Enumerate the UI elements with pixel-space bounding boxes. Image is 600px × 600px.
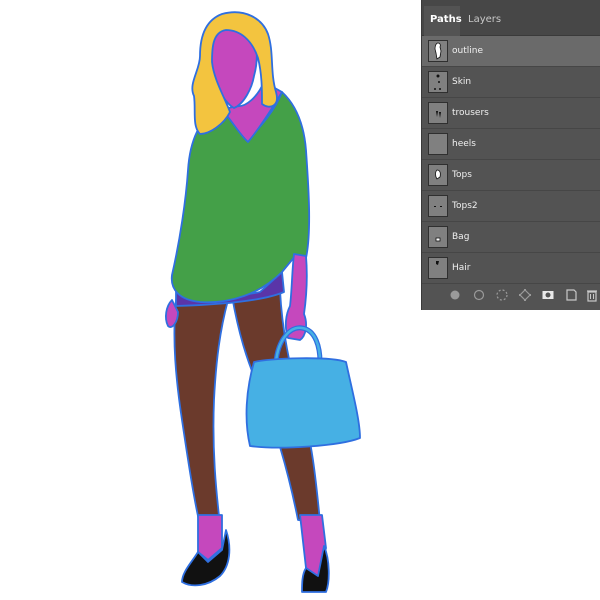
path-thumbnail [428, 102, 448, 124]
path-row-hair[interactable]: Hair [422, 253, 600, 284]
woman-figure [165, 11, 361, 593]
handbag [245, 357, 361, 449]
path-row-trousers[interactable]: trousers [422, 98, 600, 129]
path-row-heels[interactable]: heels [422, 129, 600, 160]
path-label: Tops2 [452, 201, 478, 211]
path-label: outline [452, 46, 483, 56]
paths-list: outline Skin trousers heels Tops Tops2 B… [422, 36, 600, 284]
path-row-outline[interactable]: outline [422, 36, 600, 67]
path-label: Hair [452, 263, 471, 273]
path-label: heels [452, 139, 476, 149]
tab-paths[interactable]: Paths [424, 6, 462, 36]
panel-tab-bar: Paths Layers [422, 0, 600, 36]
delete-icon[interactable] [585, 288, 599, 302]
path-thumbnail [428, 133, 448, 155]
make-work-path-icon[interactable] [518, 288, 532, 302]
add-mask-icon[interactable] [541, 288, 555, 302]
path-label: Bag [452, 232, 470, 242]
tab-layers[interactable]: Layers [462, 6, 502, 36]
path-thumbnail [428, 226, 448, 248]
path-thumbnail [428, 195, 448, 217]
path-thumbnail [428, 40, 448, 62]
path-row-bag[interactable]: Bag [422, 222, 600, 253]
path-row-tops[interactable]: Tops [422, 160, 600, 191]
panel-footer [422, 284, 600, 306]
path-row-skin[interactable]: Skin [422, 67, 600, 98]
path-label: Tops [452, 170, 472, 180]
path-thumbnail [428, 164, 448, 186]
new-path-icon[interactable] [564, 288, 578, 302]
path-thumbnail [428, 257, 448, 279]
fill-path-icon[interactable] [448, 288, 462, 302]
path-thumbnail [428, 71, 448, 93]
path-label: Skin [452, 77, 472, 87]
path-row-tops2[interactable]: Tops2 [422, 191, 600, 222]
stroke-path-icon[interactable] [472, 288, 486, 302]
path-label: trousers [452, 108, 489, 118]
paths-panel: Paths Layers outline Skin trousers heels [421, 0, 600, 310]
load-selection-icon[interactable] [495, 288, 509, 302]
